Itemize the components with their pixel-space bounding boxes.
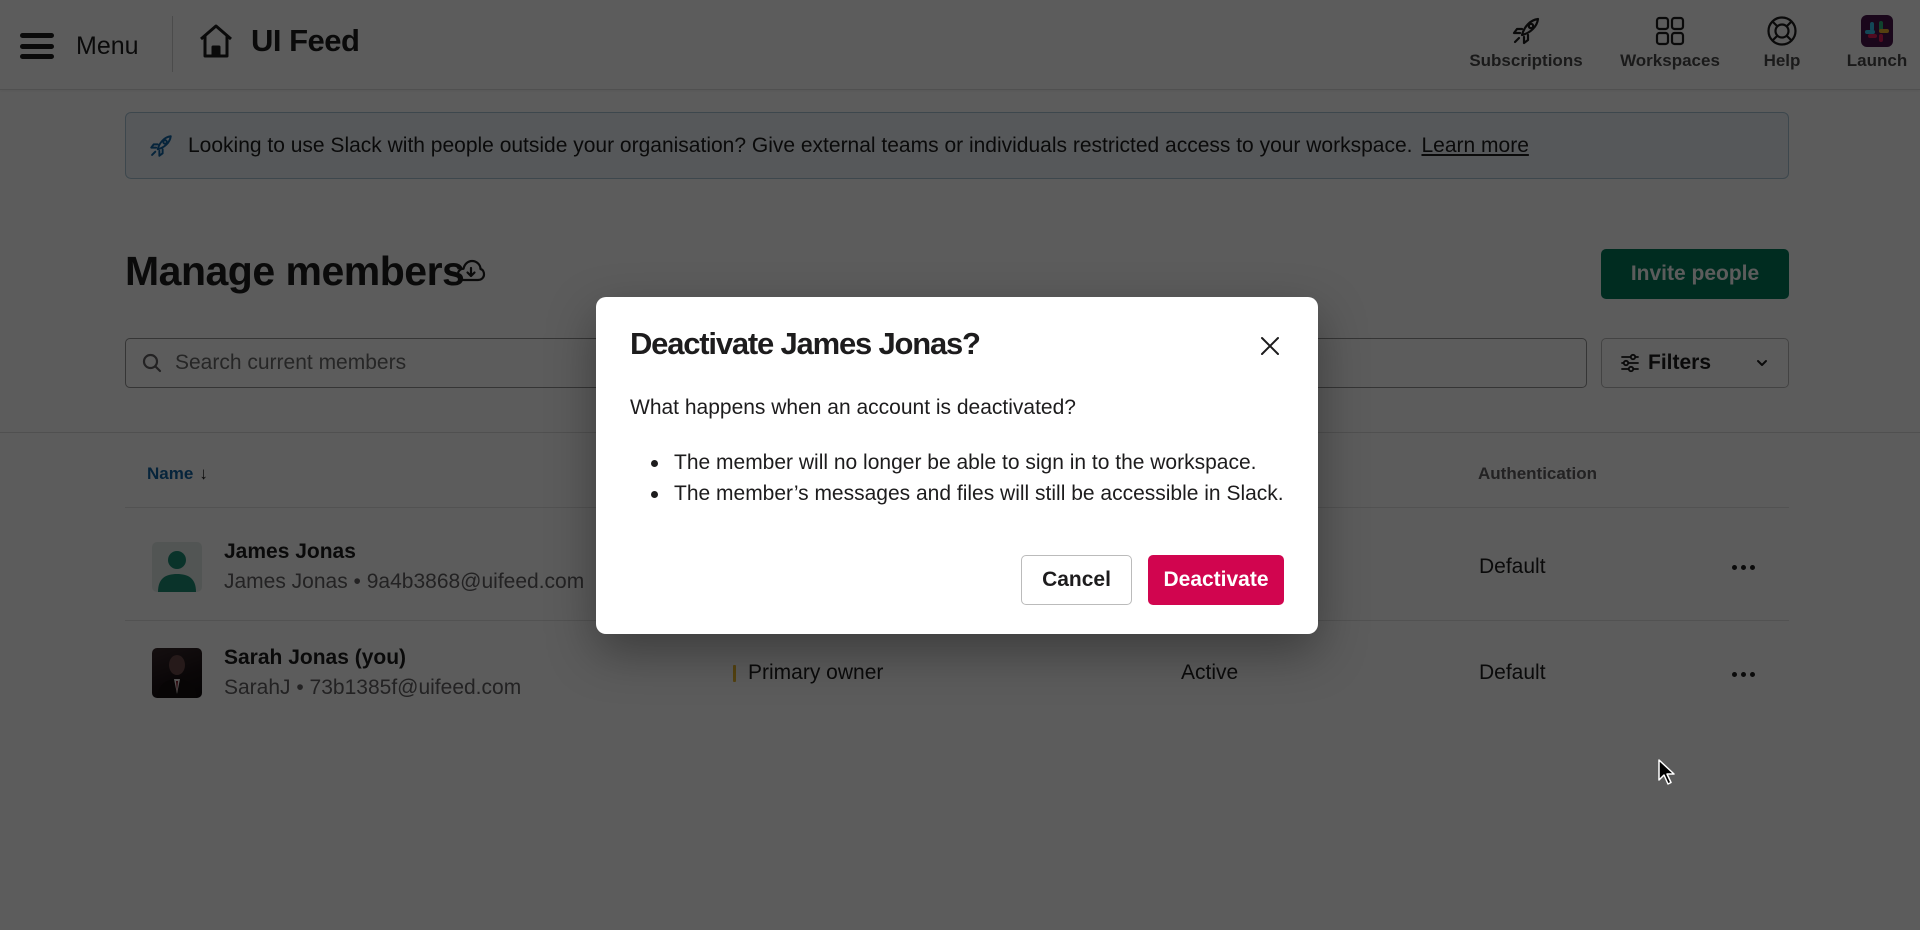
- dialog-question: What happens when an account is deactiva…: [630, 396, 1076, 419]
- deactivate-button[interactable]: Deactivate: [1148, 555, 1284, 605]
- consequences-list: The member will no longer be able to sig…: [630, 447, 1284, 509]
- cancel-button[interactable]: Cancel: [1021, 555, 1132, 605]
- close-button[interactable]: [1256, 332, 1284, 360]
- close-icon: [1261, 337, 1279, 355]
- deactivate-dialog: Deactivate James Jonas? What happens whe…: [596, 297, 1318, 634]
- dialog-title: Deactivate James Jonas?: [630, 326, 981, 361]
- mouse-pointer-icon: [1658, 759, 1675, 785]
- consequence-item: The member’s messages and files will sti…: [630, 478, 1284, 509]
- consequence-item: The member will no longer be able to sig…: [630, 447, 1284, 478]
